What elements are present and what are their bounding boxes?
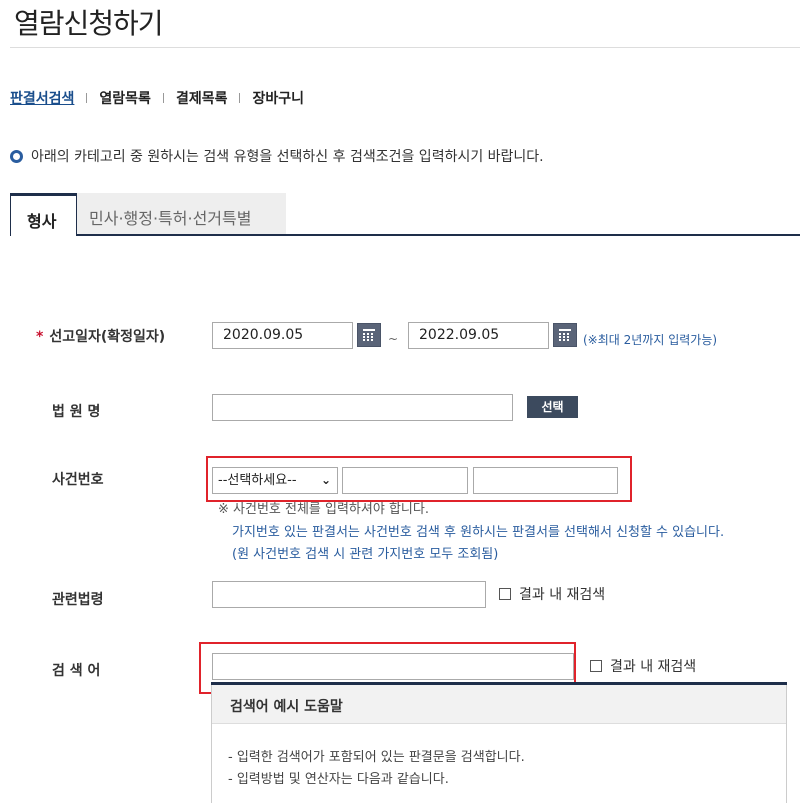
case-note-1: ※ 사건번호 전체를 입력하셔야 합니다. <box>218 502 429 517</box>
info-message: 아래의 카테고리 중 원하시는 검색 유형을 선택하신 후 검색조건을 입력하시… <box>10 146 544 166</box>
title-divider <box>10 47 800 48</box>
end-date-input[interactable]: 2022.09.05 <box>408 322 549 349</box>
date-label-row: * 선고일자(확정일자) <box>36 326 165 346</box>
law-label: 관련법령 <box>52 592 104 608</box>
case-note-3: (원 사건번호 검색 시 관련 가지번호 모두 조회됨) <box>232 547 499 562</box>
date-range-note: (※최대 2년까지 입력가능) <box>583 333 718 347</box>
checkbox-icon[interactable] <box>499 588 511 600</box>
tab-active-indicator <box>10 193 77 196</box>
law-input[interactable] <box>212 581 486 608</box>
subnav-cart[interactable]: 장바구니 <box>252 88 304 108</box>
calendar-icon[interactable] <box>553 323 577 347</box>
help-line: - 입력방법 및 연산자는 다음과 같습니다. <box>228 772 449 787</box>
court-label: 법 원 명 <box>52 404 101 420</box>
help-line: - 입력한 검색어가 포함되어 있는 판결문을 검색합니다. <box>228 750 525 765</box>
date-tilde: ~ <box>388 332 399 346</box>
page-title: 열람신청하기 <box>14 7 164 40</box>
court-select-button[interactable]: 선택 <box>527 396 578 418</box>
checkbox-label: 결과 내 재검색 <box>610 659 697 675</box>
case-note-2: 가지번호 있는 판결서는 사건번호 검색 후 원하시는 판결서를 선택해서 신청… <box>232 525 725 540</box>
info-text: 아래의 카테고리 중 원하시는 검색 유형을 선택하신 후 검색조건을 입력하시… <box>31 149 544 165</box>
tab-label: 민사·행정·특허·선거특별 <box>89 209 252 228</box>
tab-civil-admin-patent-election[interactable]: 민사·행정·특허·선거특별 <box>77 193 286 234</box>
checkbox-icon[interactable] <box>590 660 602 672</box>
subnav-case-search[interactable]: 판결서검색 <box>10 88 74 108</box>
keyword-label: 검 색 어 <box>52 663 101 679</box>
court-name-input[interactable] <box>212 394 513 421</box>
keyword-research-checkbox[interactable]: 결과 내 재검색 <box>590 656 696 676</box>
law-research-checkbox[interactable]: 결과 내 재검색 <box>499 584 605 604</box>
subnav-payment-list[interactable]: 결제목록 <box>176 88 228 108</box>
subnav-separator <box>162 93 164 103</box>
calendar-icon[interactable] <box>357 323 381 347</box>
sub-navigation: 판결서검색 열람목록 결제목록 장바구니 <box>10 88 304 108</box>
start-date-input[interactable]: 2020.09.05 <box>212 322 353 349</box>
subnav-separator <box>239 93 241 103</box>
subnav-view-list[interactable]: 열람목록 <box>99 88 151 108</box>
bullet-circle-icon <box>10 149 23 163</box>
case-number-label: 사건번호 <box>52 472 104 488</box>
help-header: 검색어 예시 도움말 <box>212 685 786 724</box>
highlight-box <box>206 456 632 502</box>
subnav-separator <box>86 93 88 103</box>
help-title: 검색어 예시 도움말 <box>230 699 343 715</box>
date-label: 선고일자(확정일자) <box>49 329 166 345</box>
tab-criminal[interactable]: 형사 <box>10 193 77 236</box>
required-mark: * <box>36 329 44 345</box>
tab-label: 형사 <box>27 212 57 231</box>
tab-bar-underline <box>10 234 800 236</box>
checkbox-label: 결과 내 재검색 <box>519 587 606 603</box>
